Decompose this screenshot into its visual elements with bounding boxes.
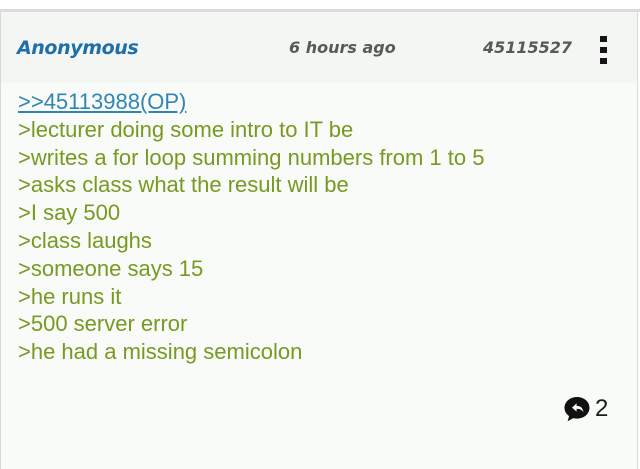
menu-dot [600, 36, 607, 42]
reply-count: 2 [595, 395, 609, 422]
menu-dot [600, 47, 607, 53]
thread-page: Anonymous 6 hours ago 45115527 >>4511398… [0, 0, 640, 469]
post-card: Anonymous 6 hours ago 45115527 >>4511398… [0, 12, 638, 469]
greentext-line: >writes a for loop summing numbers from … [18, 144, 485, 170]
quote-link[interactable]: >>45113988(OP) [18, 88, 484, 116]
post-header: Anonymous 6 hours ago 45115527 [1, 12, 637, 83]
greentext-line: >he had a missing semicolon [18, 339, 303, 365]
post-time: 6 hours ago [289, 38, 396, 57]
post-body: >>45113988(OP) >lecturer doing some intr… [18, 88, 484, 366]
reply-bubble-icon [564, 397, 590, 422]
greentext-line: >class laughs [18, 227, 152, 253]
greentext-line: >lecturer doing some intro to IT be [18, 116, 354, 142]
menu-dot [600, 58, 607, 64]
replies-button[interactable]: 2 [563, 394, 608, 424]
greentext-line: >he runs it [18, 283, 122, 309]
kebab-menu-icon[interactable] [597, 36, 611, 64]
greentext-line: >500 server error [18, 311, 188, 337]
greentext-line: >asks class what the result will be [18, 172, 349, 198]
post-number[interactable]: 45115527 [483, 38, 572, 57]
greentext-line: >someone says 15 [18, 255, 204, 281]
greentext-line: >I say 500 [18, 200, 121, 226]
author-name: Anonymous [17, 37, 139, 59]
